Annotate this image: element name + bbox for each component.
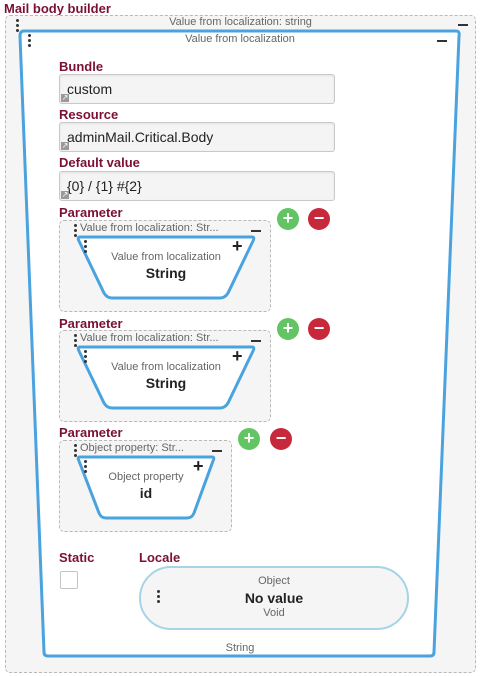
parameter-header: Value from localization: Str... — [80, 222, 219, 234]
collapse-icon[interactable] — [251, 340, 261, 342]
locale-title: Object — [258, 575, 290, 587]
parameter-header: Object property: Str... — [80, 442, 184, 454]
resource-label: Resource — [59, 107, 119, 122]
bundle-field[interactable]: custom ↗ — [59, 74, 335, 104]
default-value-value: {0} / {1} #{2} — [67, 178, 142, 194]
parameter-label: Parameter — [59, 425, 123, 440]
remove-parameter-button[interactable]: − — [270, 428, 292, 450]
remove-parameter-button[interactable]: − — [308, 318, 330, 340]
resize-corner-icon: ↗ — [61, 141, 69, 150]
default-value-field[interactable]: {0} / {1} #{2} ↗ — [59, 171, 335, 201]
static-label: Static — [59, 550, 95, 565]
locale-node[interactable]: Object No value Void — [139, 566, 409, 630]
parameter-slot-1: Value from localization: Str... + Value … — [59, 220, 271, 312]
static-checkbox[interactable] — [60, 571, 78, 589]
locale-label: Locale — [139, 550, 181, 565]
remove-parameter-button[interactable]: − — [308, 208, 330, 230]
add-parameter-button[interactable]: + — [238, 428, 260, 450]
parameter-header: Value from localization: Str... — [80, 332, 219, 344]
resource-field[interactable]: adminMail.Critical.Body ↗ — [59, 122, 335, 152]
node-title: Value from localization — [111, 361, 221, 373]
add-parameter-button[interactable]: + — [277, 208, 299, 230]
collapse-icon[interactable] — [251, 230, 261, 232]
node-type: id — [139, 485, 153, 501]
resize-corner-icon: ↗ — [61, 190, 69, 199]
main-header: Value from localization — [185, 33, 295, 45]
node-title: Object property — [108, 471, 184, 483]
add-parameter-button[interactable]: + — [277, 318, 299, 340]
main-footer: String — [225, 642, 255, 654]
collapse-icon[interactable] — [212, 450, 222, 452]
node-type: String — [145, 375, 187, 391]
locale-type: Void — [263, 607, 285, 619]
parameter-slot-2: Value from localization: Str... + Value … — [59, 330, 271, 422]
parameter-slot-3: Object property: Str... + Object propert… — [59, 440, 232, 532]
locale-value: No value — [244, 590, 304, 606]
bundle-label: Bundle — [59, 59, 104, 74]
parameter-label: Parameter — [59, 205, 123, 220]
bundle-value: custom — [67, 81, 113, 97]
default-value-label: Default value — [59, 155, 140, 170]
main-collapse-icon[interactable] — [437, 40, 447, 42]
node-type: String — [145, 265, 187, 281]
parameter-label: Parameter — [59, 316, 123, 331]
resource-value: adminMail.Critical.Body — [67, 129, 214, 145]
node-title: Value from localization — [111, 251, 221, 263]
resize-corner-icon: ↗ — [61, 93, 69, 102]
